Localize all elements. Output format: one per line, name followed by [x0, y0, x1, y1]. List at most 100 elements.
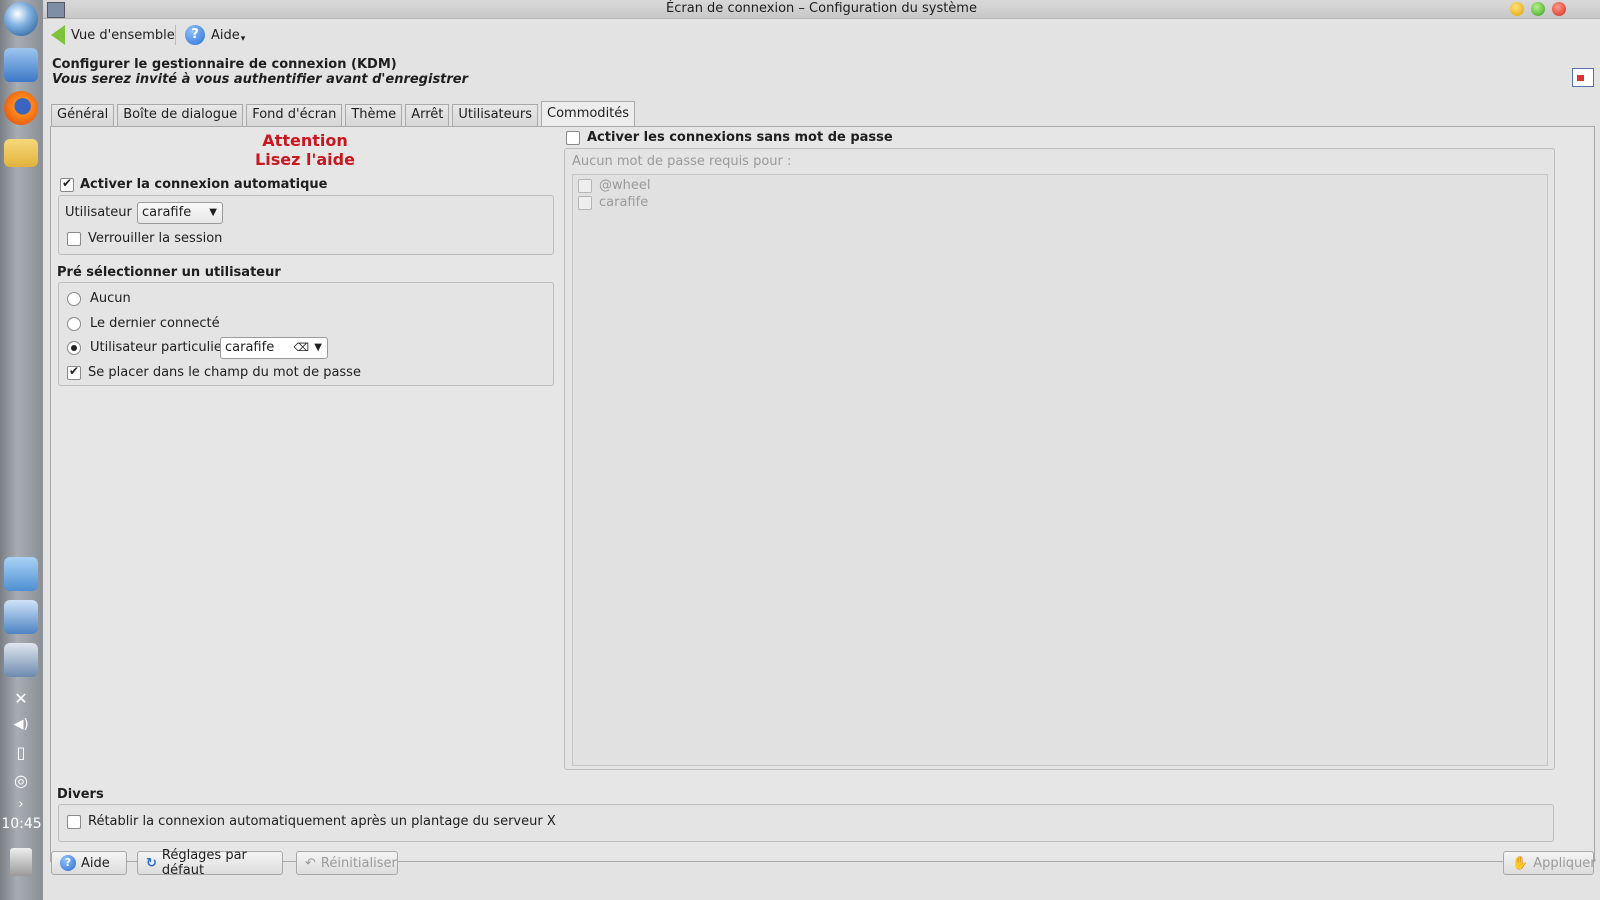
lock-session-option[interactable]: Verrouiller la session: [67, 231, 222, 246]
specific-user-combo[interactable]: carafife ⌫ ▼: [220, 337, 328, 359]
focus-password-label: Se placer dans le champ du mot de passe: [88, 365, 361, 380]
misc-group: Rétablir la connexion automatiquement ap…: [58, 804, 1554, 842]
radio-last[interactable]: [67, 316, 81, 331]
toolbar-separator: [175, 25, 176, 45]
page-subtitle: Vous serez invité à vous authentifier av…: [52, 72, 469, 87]
radio-none[interactable]: [67, 291, 81, 306]
minimize-button[interactable]: [1510, 2, 1524, 16]
chevron-down-icon: ▾: [240, 34, 246, 44]
lock-session-checkbox[interactable]: [67, 231, 81, 246]
list-item: @wheel: [578, 178, 650, 193]
relogin-checkbox[interactable]: [67, 814, 81, 829]
tab-conveniences[interactable]: Commodités: [541, 101, 636, 129]
reset-button[interactable]: ↶ Réinitialiser: [296, 851, 398, 875]
autologin-checkbox[interactable]: [60, 176, 74, 192]
undo-icon: ↶: [305, 855, 316, 871]
reset-button-label: Réinitialiser: [320, 855, 397, 871]
list-item: carafife: [578, 195, 648, 210]
apply-icon: ✋: [1512, 855, 1529, 871]
settings-icon[interactable]: [4, 643, 38, 677]
defaults-button-label: Réglages par défaut: [161, 848, 247, 878]
window-title: Écran de connexion – Configuration du sy…: [666, 1, 977, 16]
warning-text-1: Attention: [262, 131, 348, 150]
list-item-checkbox: [578, 195, 592, 210]
autologin-group: Utilisateur : carafife ▼ Verrouiller la …: [58, 195, 554, 255]
module-icon: [1572, 68, 1594, 87]
list-item-checkbox: [578, 178, 592, 193]
radio-specific-label: Utilisateur particulier :: [90, 340, 236, 355]
tools-icon[interactable]: ✕: [10, 688, 32, 710]
network-icon[interactable]: ◎: [10, 770, 32, 792]
tab-background[interactable]: Fond d'écran: [246, 104, 343, 127]
preselect-heading: Pré sélectionner un utilisateur: [57, 265, 281, 280]
help-icon: ?: [185, 25, 205, 45]
camera-icon[interactable]: [4, 557, 38, 591]
help-menu-button[interactable]: ? Aide ▾: [185, 25, 245, 45]
radio-none-option[interactable]: Aucun: [67, 291, 131, 306]
page-title: Configurer le gestionnaire de connexion …: [52, 57, 397, 72]
help-icon: ?: [60, 855, 76, 871]
autologin-label: Activer la connexion automatique: [80, 177, 328, 192]
help-button-label: Aide: [81, 855, 110, 871]
focus-password-checkbox[interactable]: [67, 364, 81, 380]
apply-button[interactable]: ✋ Appliquer: [1503, 851, 1596, 875]
defaults-button[interactable]: ↻ Réglages par défaut: [137, 848, 283, 878]
battery-icon[interactable]: ▯: [10, 742, 32, 764]
tab-dialog[interactable]: Boîte de dialogue: [117, 104, 244, 127]
chevron-down-icon: ▼: [209, 207, 217, 218]
help-button[interactable]: ? Aide: [51, 851, 127, 875]
nopass-option[interactable]: Activer les connexions sans mot de passe: [566, 130, 893, 145]
user-select[interactable]: carafife ▼: [137, 202, 223, 224]
volume-icon[interactable]: ◀): [10, 714, 32, 736]
tab-pane: Attention Lisez l'aide Activer la connex…: [50, 126, 1595, 862]
tab-bar: Général Boîte de dialogue Fond d'écran T…: [51, 101, 636, 129]
help-label: Aide: [211, 27, 240, 43]
expand-icon[interactable]: ›: [10, 794, 32, 816]
misc-heading: Divers: [57, 787, 104, 802]
title-bar: Écran de connexion – Configuration du sy…: [43, 0, 1600, 19]
nopass-user-list: @wheel carafife: [572, 174, 1548, 766]
file-manager-icon[interactable]: [4, 48, 38, 82]
radio-last-label: Le dernier connecté: [90, 316, 220, 331]
maximize-button[interactable]: [1531, 2, 1545, 16]
overview-button[interactable]: Vue d'ensemble: [51, 25, 175, 45]
tab-theme[interactable]: Thème: [345, 104, 403, 127]
windows-icon[interactable]: [4, 600, 38, 634]
user-select-value: carafife: [142, 205, 192, 220]
tab-general[interactable]: Général: [51, 104, 115, 127]
taskbar: ✕ ◀) ▯ ◎ › 10:45: [0, 0, 43, 900]
clear-icon[interactable]: ⌫: [293, 338, 309, 358]
kde-menu-icon[interactable]: [4, 2, 38, 36]
user-label: Utilisateur :: [65, 205, 141, 220]
lock-session-label: Verrouiller la session: [88, 231, 223, 246]
refresh-icon: ↻: [146, 855, 157, 871]
specific-user-value: carafife: [225, 340, 275, 355]
relogin-option[interactable]: Rétablir la connexion automatiquement ap…: [67, 814, 556, 829]
radio-last-option[interactable]: Le dernier connecté: [67, 316, 220, 331]
radio-specific-option[interactable]: Utilisateur particulier :: [67, 340, 236, 355]
toolbar: Vue d'ensemble ? Aide ▾: [43, 19, 1600, 51]
list-item-label: @wheel: [599, 178, 651, 193]
nopass-group: Aucun mot de passe requis pour : @wheel …: [564, 148, 1555, 770]
apply-button-label: Appliquer: [1533, 855, 1596, 871]
radio-specific[interactable]: [67, 340, 81, 355]
back-arrow-icon: [51, 25, 65, 45]
overview-label: Vue d'ensemble: [71, 27, 175, 43]
no-password-for-label: Aucun mot de passe requis pour :: [572, 154, 792, 169]
list-item-label: carafife: [599, 195, 649, 210]
firefox-icon[interactable]: [4, 91, 38, 125]
close-button[interactable]: [1552, 2, 1566, 16]
nopass-checkbox[interactable]: [566, 130, 580, 145]
chevron-down-icon[interactable]: ▼: [314, 338, 322, 358]
autologin-option[interactable]: Activer la connexion automatique: [60, 176, 328, 192]
preselect-group: Aucun Le dernier connecté Utilisateur pa…: [58, 282, 554, 386]
mail-icon[interactable]: [4, 139, 38, 167]
tab-shutdown[interactable]: Arrêt: [405, 104, 450, 127]
focus-password-option[interactable]: Se placer dans le champ du mot de passe: [67, 364, 361, 380]
tab-users[interactable]: Utilisateurs: [452, 104, 538, 127]
relogin-label: Rétablir la connexion automatiquement ap…: [88, 814, 556, 829]
trash-icon[interactable]: [10, 848, 32, 876]
clock[interactable]: 10:45: [0, 816, 43, 832]
radio-none-label: Aucun: [90, 291, 131, 306]
nopass-label: Activer les connexions sans mot de passe: [587, 130, 893, 145]
